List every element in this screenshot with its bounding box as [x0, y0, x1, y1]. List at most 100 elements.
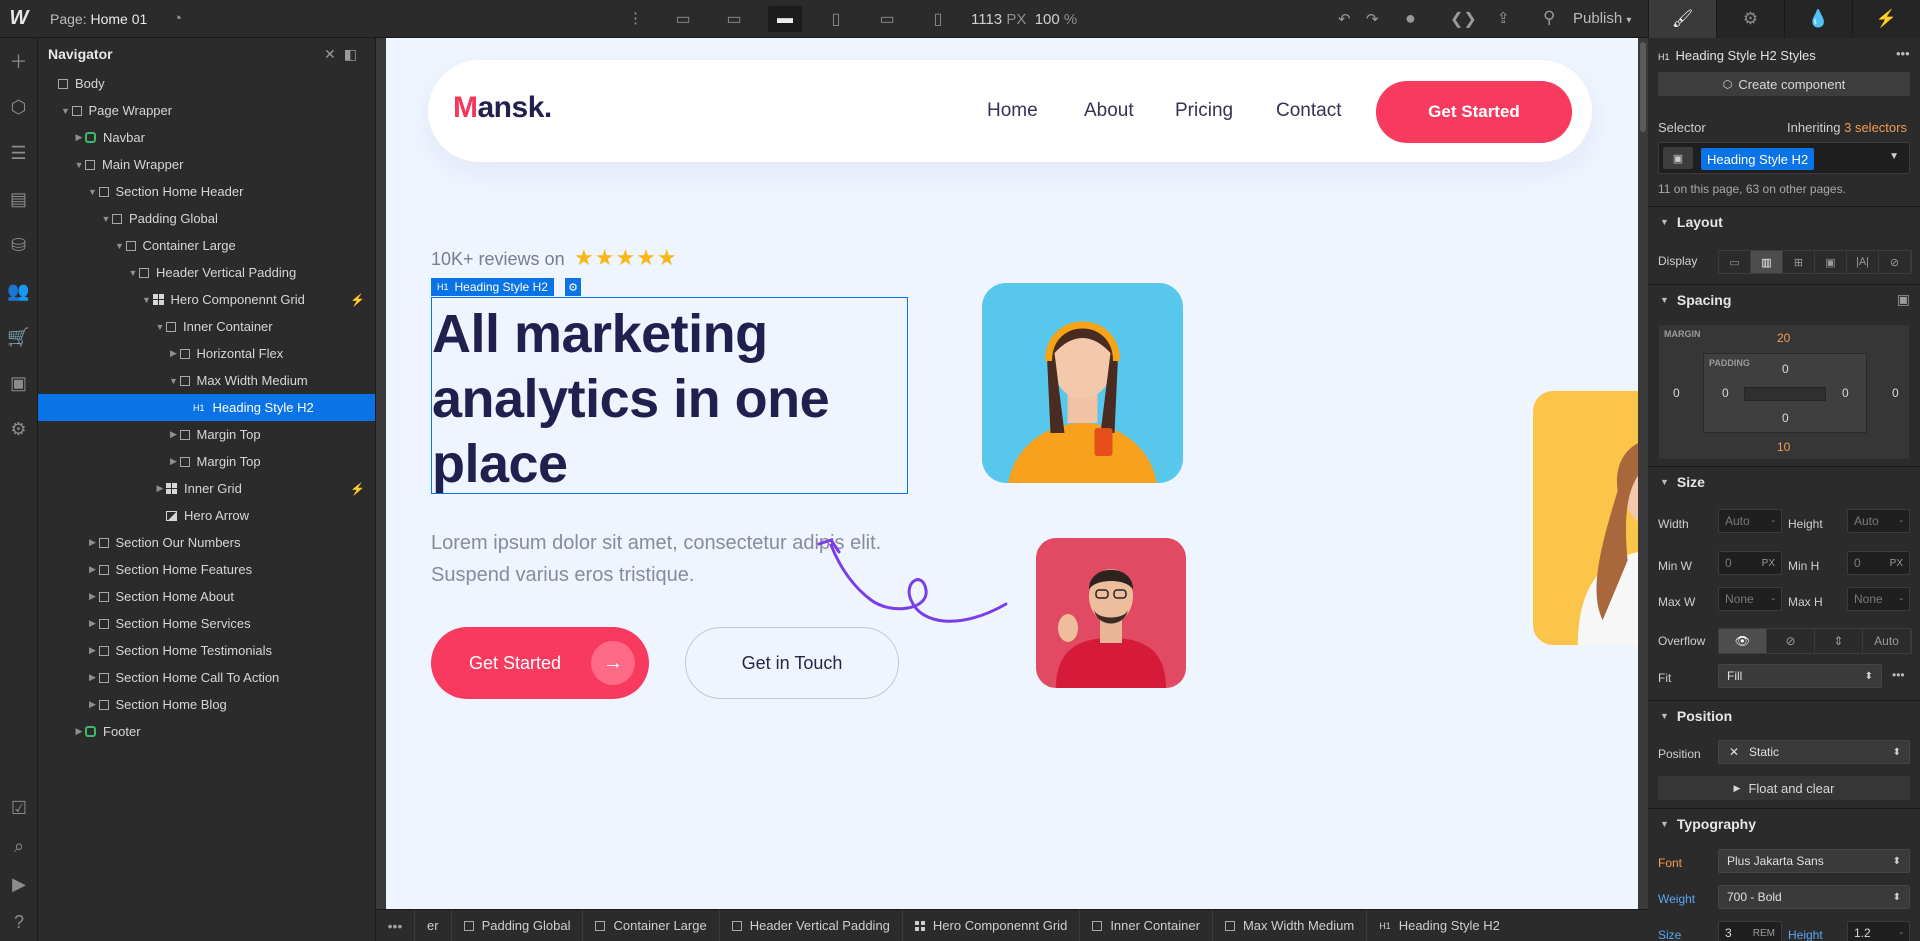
style-tab-brush-icon[interactable]: 🖌 [1648, 0, 1716, 38]
display-none-icon[interactable]: ⊘ [1879, 251, 1911, 273]
caret-right-icon[interactable]: ▶ [87, 645, 99, 656]
navigator-item[interactable]: ▼ Header Vertical Padding [38, 259, 375, 286]
navigator-item[interactable]: H1 Heading Style H2 [38, 394, 375, 421]
navigator-item[interactable]: ▶ Inner Grid ⚡ [38, 475, 375, 502]
caret-down-icon[interactable]: ▼ [87, 187, 99, 197]
more-vertical-icon[interactable]: ⋮ [628, 9, 643, 27]
selector-dropdown-icon[interactable]: ▼ [1889, 151, 1899, 162]
add-elements-icon[interactable]: ＋ [0, 38, 37, 84]
cms-database-icon[interactable]: ⛁ [0, 222, 37, 268]
caret-right-icon[interactable]: ▶ [168, 456, 180, 467]
ecommerce-cart-icon[interactable]: 🛒 [0, 314, 37, 360]
navigator-item[interactable]: ▶ Section Our Numbers [38, 529, 375, 556]
breadcrumb-item[interactable]: H1 Heading Style H2 [1366, 910, 1512, 941]
width-input[interactable]: Auto - [1718, 509, 1782, 533]
breakpoint-landscape-icon[interactable]: ▭ [870, 6, 904, 32]
padding-top-value[interactable]: 0 [1782, 362, 1789, 376]
caret-right-icon[interactable]: ▶ [87, 618, 99, 629]
position-select[interactable]: ✕ Static ⬍ [1718, 740, 1910, 764]
caret-right-icon[interactable]: ▶ [87, 699, 99, 710]
float-and-clear-button[interactable]: ▶ Float and clear [1658, 776, 1910, 800]
interactions-tab-bolt-icon[interactable]: ⚡ [1852, 0, 1920, 38]
site-navbar[interactable]: Mansk. Home About Pricing Contact Get St… [428, 60, 1592, 162]
caret-down-icon[interactable]: ▼ [114, 241, 126, 251]
overflow-scroll-icon[interactable]: ⇕ [1815, 629, 1863, 653]
navigator-item[interactable]: ▶ Navbar [38, 124, 375, 151]
nav-link-about[interactable]: About [1084, 100, 1134, 122]
caret-right-icon[interactable]: ▶ [87, 672, 99, 683]
min-width-input[interactable]: 0 PX [1718, 551, 1782, 575]
max-width-input[interactable]: None - [1718, 587, 1782, 611]
caret-right-icon[interactable]: ▶ [87, 591, 99, 602]
navigator-item[interactable]: ▶ Section Home About [38, 583, 375, 610]
navigator-item[interactable]: ▶ Horizontal Flex [38, 340, 375, 367]
navigator-item[interactable]: ▶ Margin Top [38, 421, 375, 448]
audit-checkbox-icon[interactable]: ☑ [0, 789, 38, 827]
overflow-visible-eye-icon[interactable]: 👁 [1719, 629, 1767, 653]
hero-heading[interactable]: All marketing analytics in one place [432, 302, 902, 497]
navigator-item[interactable]: ▼ Max Width Medium [38, 367, 375, 394]
typography-section-header[interactable]: ▼ Typography [1648, 808, 1920, 838]
help-icon[interactable]: ? [0, 903, 38, 941]
undo-icon[interactable]: ↶ [1338, 10, 1351, 28]
search-icon[interactable]: ⌕ [0, 827, 38, 865]
font-weight-select[interactable]: 700 - Bold ⬍ [1718, 885, 1910, 909]
nav-get-started-button[interactable]: Get Started [1376, 81, 1572, 143]
margin-bottom-value[interactable]: 10 [1777, 440, 1790, 454]
breadcrumb-item[interactable]: Max Width Medium [1211, 910, 1366, 941]
layout-section-header[interactable]: ▼ Layout [1648, 206, 1920, 236]
padding-bottom-value[interactable]: 0 [1782, 411, 1789, 425]
overflow-hidden-icon[interactable]: ⊘ [1767, 629, 1815, 653]
canvas-scroll-thumb[interactable] [1640, 42, 1646, 132]
navigator-item[interactable]: ▶ Section Home Call To Action [38, 664, 375, 691]
element-settings-gear-icon[interactable]: ⚙ [564, 278, 581, 296]
navigator-item[interactable]: ▼ Hero Componennt Grid ⚡ [38, 286, 375, 313]
padding-left-value[interactable]: 0 [1722, 386, 1729, 400]
fit-more-icon[interactable]: ••• [1892, 668, 1905, 682]
font-family-select[interactable]: Plus Jakarta Sans ⬍ [1718, 849, 1910, 873]
caret-right-icon[interactable]: ▶ [73, 726, 85, 737]
caret-right-icon[interactable]: ▶ [168, 429, 180, 440]
selector-state-icon[interactable]: ▣ [1663, 147, 1693, 169]
breakpoint-base-icon[interactable]: ▬ [768, 6, 802, 32]
caret-down-icon[interactable]: ▼ [141, 295, 153, 305]
components-cube-icon[interactable]: ⬡ [0, 84, 37, 130]
margin-right-value[interactable]: 0 [1892, 386, 1899, 400]
canvas-scrollbar[interactable] [1638, 38, 1648, 909]
caret-right-icon[interactable]: ▶ [87, 564, 99, 575]
assets-icon[interactable]: ▣ [0, 360, 37, 406]
caret-right-icon[interactable]: ▶ [168, 348, 180, 359]
max-height-input[interactable]: None - [1847, 587, 1910, 611]
comments-icon[interactable]: ● [1405, 8, 1416, 29]
navigator-item[interactable]: Body [38, 70, 375, 97]
position-section-header[interactable]: ▼ Position [1648, 700, 1920, 730]
caret-down-icon[interactable]: ▼ [127, 268, 139, 278]
create-component-button[interactable]: ⬡ Create component [1658, 72, 1910, 96]
line-height-input[interactable]: 1.2 - [1847, 921, 1910, 941]
hero-get-in-touch-button[interactable]: Get in Touch [685, 627, 899, 699]
navigator-item[interactable]: Hero Arrow [38, 502, 375, 529]
height-input[interactable]: Auto - [1847, 509, 1910, 533]
breadcrumb-item[interactable]: er [414, 910, 451, 941]
caret-down-icon[interactable]: ▼ [168, 376, 180, 386]
hero-get-started-button[interactable]: Get Started → [431, 627, 649, 699]
navigator-item[interactable]: ▼ Main Wrapper [38, 151, 375, 178]
settings-tab-gear-icon[interactable]: ⚙ [1716, 0, 1784, 38]
webflow-logo[interactable]: W [0, 0, 38, 38]
fit-select[interactable]: Fill ⬍ [1718, 664, 1882, 688]
navigator-item[interactable]: ▶ Margin Top [38, 448, 375, 475]
navigator-item[interactable]: ▶ Footer [38, 718, 375, 745]
collapse-all-icon[interactable]: ✕ [324, 46, 344, 62]
site-logo[interactable]: Mansk. [453, 91, 552, 125]
breakpoint-mobile-icon[interactable]: ▯ [921, 6, 955, 32]
caret-down-icon[interactable]: ▼ [100, 214, 112, 224]
share-icon[interactable]: ⇪ [1497, 9, 1510, 27]
nav-link-home[interactable]: Home [987, 100, 1038, 122]
users-icon[interactable]: 👥 [0, 268, 37, 314]
spacing-section-header[interactable]: ▼ Spacing ▣ [1648, 284, 1920, 314]
redo-icon[interactable]: ↷ [1366, 10, 1379, 28]
display-grid-icon[interactable]: ⊞ [1783, 251, 1815, 273]
spacing-mode-icon[interactable]: ▣ [1897, 291, 1910, 308]
breakpoint-desktop-icon[interactable]: ▭ [717, 6, 751, 32]
more-options-icon[interactable]: ••• [1896, 46, 1910, 61]
